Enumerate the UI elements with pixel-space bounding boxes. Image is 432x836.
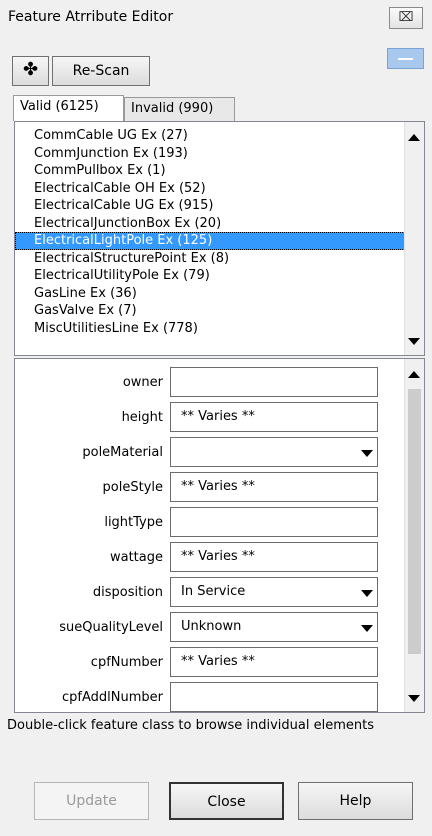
chevron-down-icon[interactable] <box>356 614 376 640</box>
hint-text: Double-click feature class to browse ind… <box>7 718 374 733</box>
attribute-value: ** Varies ** <box>181 654 255 669</box>
list-item[interactable]: ElectricalCable UG Ex (915) <box>15 197 407 215</box>
attribute-value: In Service <box>181 584 246 599</box>
attribute-input[interactable] <box>170 682 378 712</box>
attribute-dropdown[interactable] <box>170 437 378 467</box>
scroll-thumb[interactable] <box>408 389 421 654</box>
help-button[interactable]: Help <box>298 782 413 820</box>
scroll-up-icon[interactable] <box>408 134 420 141</box>
attribute-dropdown[interactable]: In Service <box>170 577 378 607</box>
close-button[interactable]: Close <box>169 782 284 820</box>
attribute-label: wattage <box>109 550 163 565</box>
attribute-value: ** Varies ** <box>181 409 255 424</box>
attribute-input[interactable]: ** Varies ** <box>170 472 378 502</box>
attribute-label: cpfNumber <box>90 655 163 670</box>
tab-invalid[interactable]: Invalid (990) <box>124 97 235 121</box>
update-button[interactable]: Update <box>34 782 149 820</box>
tab-valid[interactable]: Valid (6125) <box>13 95 124 121</box>
attribute-label: poleMaterial <box>82 445 163 460</box>
attribute-row: cpfNumber ** Varies ** <box>15 647 407 677</box>
list-item[interactable]: CommPullbox Ex (1) <box>15 162 407 180</box>
list-item[interactable]: MiscUtilitiesLine Ex (778) <box>15 320 407 338</box>
chevron-down-icon[interactable] <box>356 579 376 605</box>
feature-class-list[interactable]: CommCable UG Ex (27) CommJunction Ex (193… <box>14 121 425 356</box>
list-item[interactable]: GasLine Ex (36) <box>15 285 407 303</box>
close-window-button[interactable]: ⌧ <box>389 7 423 29</box>
attribute-label: cpfAddlNumber <box>62 690 163 705</box>
list-item[interactable]: ElectricalUtilityPole Ex (79) <box>15 267 407 285</box>
attribute-value: ** Varies ** <box>181 479 255 494</box>
attribute-value: ** Varies ** <box>181 549 255 564</box>
attribute-input[interactable]: ** Varies ** <box>170 647 378 677</box>
attribute-label: owner <box>122 375 163 390</box>
scroll-up-icon[interactable] <box>408 371 420 378</box>
attribute-row: cpfAddlNumber <box>15 682 407 712</box>
attribute-label: lightType <box>104 515 163 530</box>
list-item[interactable]: ElectricalStructurePoint Ex (8) <box>15 250 407 268</box>
attribute-label: poleStyle <box>102 480 163 495</box>
attribute-row: owner <box>15 367 407 397</box>
list-item[interactable]: GasValve Ex (7) <box>15 302 407 320</box>
attribute-panel: owner height ** Varies ** poleMaterial poleS… <box>14 358 425 713</box>
attribute-input[interactable] <box>170 507 378 537</box>
feature-class-scrollbar[interactable] <box>404 122 424 355</box>
attribute-label: disposition <box>92 585 163 600</box>
feature-class-items: CommCable UG Ex (27) CommJunction Ex (193… <box>15 127 407 337</box>
window-title: Feature Atrribute Editor <box>8 9 174 25</box>
scroll-down-icon[interactable] <box>408 695 420 702</box>
attribute-scrollbar[interactable] <box>404 359 424 712</box>
attribute-input[interactable] <box>170 367 378 397</box>
attribute-row: height ** Varies ** <box>15 402 407 432</box>
list-item[interactable]: CommJunction Ex (193) <box>15 145 407 163</box>
attribute-row: poleStyle ** Varies ** <box>15 472 407 502</box>
attribute-row: disposition In Service <box>15 577 407 607</box>
minimize-panel-button[interactable] <box>387 48 424 69</box>
attribute-input[interactable]: ** Varies ** <box>170 402 378 432</box>
list-item[interactable]: ElectricalLightPole Ex (125) <box>15 232 407 250</box>
feature-attribute-editor-window: Feature Atrribute Editor ⌧ ✤ Re-Scan Val… <box>0 0 432 836</box>
attribute-dropdown[interactable]: Unknown <box>170 612 378 642</box>
attribute-row: wattage ** Varies ** <box>15 542 407 572</box>
list-item[interactable]: ElectricalJunctionBox Ex (20) <box>15 215 407 233</box>
attribute-input[interactable]: ** Varies ** <box>170 542 378 572</box>
chevron-down-icon[interactable] <box>356 439 376 465</box>
scroll-down-icon[interactable] <box>408 338 420 345</box>
attribute-label: sueQualityLevel <box>59 620 163 635</box>
attribute-row: poleMaterial <box>15 437 407 467</box>
add-tool-button[interactable]: ✤ <box>12 56 49 86</box>
list-item[interactable]: ElectricalCable OH Ex (52) <box>15 180 407 198</box>
attribute-value: Unknown <box>181 619 242 634</box>
rescan-button[interactable]: Re-Scan <box>52 56 150 86</box>
list-item[interactable]: CommCable UG Ex (27) <box>15 127 407 145</box>
minus-icon <box>398 58 413 60</box>
attribute-label: height <box>121 410 163 425</box>
attribute-row: sueQualityLevel Unknown <box>15 612 407 642</box>
attribute-row: lightType <box>15 507 407 537</box>
